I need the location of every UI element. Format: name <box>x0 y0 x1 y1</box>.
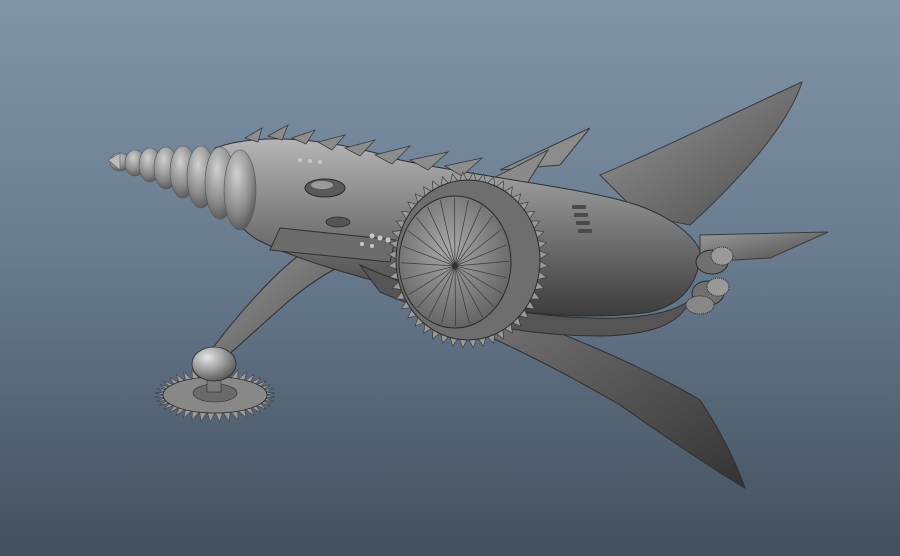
drill-ship-model <box>107 81 829 490</box>
landing-saw-wheel <box>155 346 275 423</box>
drill-nose <box>107 145 257 231</box>
knob <box>191 346 237 382</box>
hatch <box>325 216 351 228</box>
3d-viewport[interactable] <box>0 0 900 556</box>
dorsal-fin <box>499 127 591 171</box>
